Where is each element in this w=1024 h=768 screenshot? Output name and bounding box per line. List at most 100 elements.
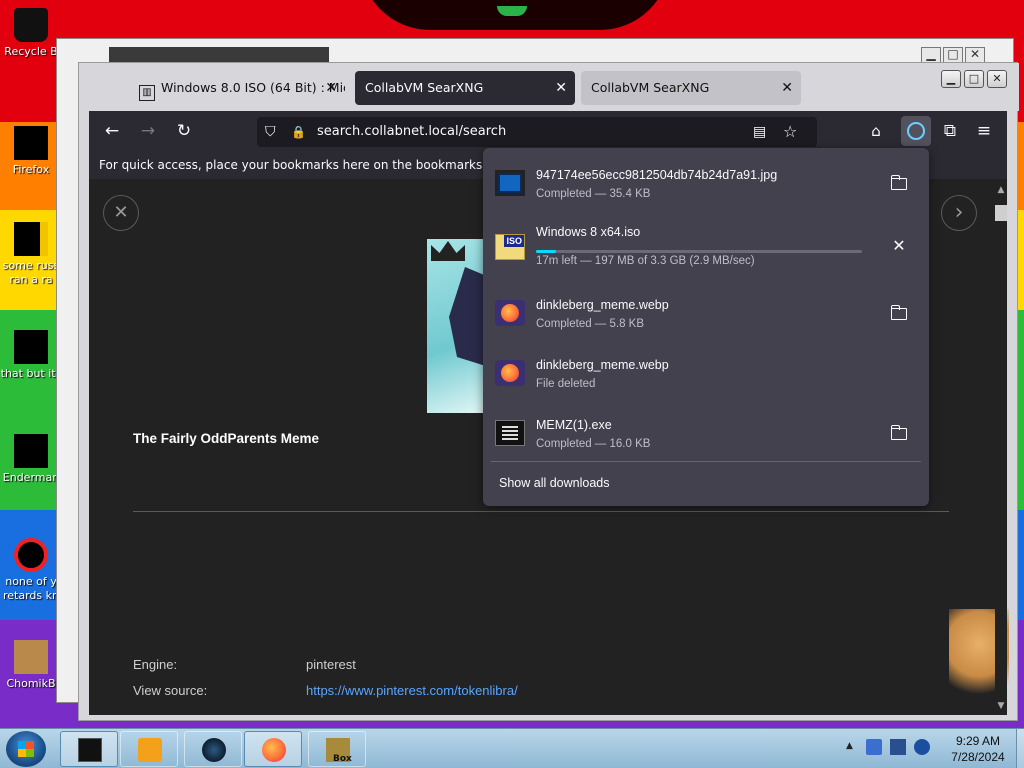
- engine-label: Engine:: [133, 657, 178, 672]
- tab-label: CollabVM SearXNG: [591, 80, 710, 95]
- document-icon: [14, 222, 48, 256]
- show-desktop-button[interactable]: [1016, 729, 1024, 768]
- lock-icon[interactable]: 🔒: [291, 117, 306, 147]
- reload-icon[interactable]: ↻: [171, 119, 197, 143]
- desktop-icon-enderman[interactable]: Enderman: [0, 434, 62, 485]
- clock-time: 9:29 AM: [955, 734, 1001, 748]
- taskbar-item-firefox[interactable]: [244, 731, 302, 767]
- download-status: Completed — 35.4 KB: [536, 188, 651, 200]
- back-icon[interactable]: ←: [99, 119, 125, 143]
- downloads-panel: 947174ee56ecc9812504db74b24d7a91.jpg Com…: [483, 148, 929, 506]
- bookmark-star-icon[interactable]: ☆: [783, 117, 797, 147]
- recycle-bin-icon: [14, 8, 48, 42]
- pocket-icon[interactable]: ⌂: [863, 119, 889, 143]
- download-status: Completed — 5.8 KB: [536, 318, 645, 330]
- tab-close-icon[interactable]: ✕: [555, 71, 567, 105]
- download-item-deleted[interactable]: dinkleberg_meme.webp File deleted: [483, 342, 929, 402]
- close-icon[interactable]: ✕: [965, 47, 985, 63]
- desktop-icon-recycle-bin[interactable]: Recycle B: [0, 8, 62, 59]
- panel-divider: [491, 461, 921, 462]
- tab-searxng[interactable]: CollabVM SearXNG ✕: [581, 71, 801, 105]
- tracking-shield-icon[interactable]: ⛉: [265, 117, 276, 147]
- taskbar-item-app[interactable]: [184, 731, 242, 767]
- close-preview-icon[interactable]: ✕: [103, 195, 139, 231]
- desktop-icon-chomikb[interactable]: ChomikB: [0, 640, 62, 691]
- hamster-icon: [14, 640, 48, 674]
- extensions-icon[interactable]: ⧉: [937, 119, 963, 143]
- desktop-icon-that-but-its[interactable]: that but its: [0, 330, 62, 381]
- clock[interactable]: 9:29 AM 7/28/2024: [936, 733, 1020, 765]
- video-icon: [14, 538, 48, 572]
- desktop-icon-label: none of y retards kn: [3, 575, 59, 602]
- executable-file-icon: [495, 420, 525, 446]
- view-source-link[interactable]: https://www.pinterest.com/tokenlibra/: [306, 683, 518, 698]
- tab-close-icon[interactable]: ✕: [325, 71, 337, 105]
- show-hidden-icons[interactable]: ▲: [846, 741, 853, 751]
- volume-icon[interactable]: [914, 739, 930, 755]
- window-restore-icon[interactable]: □: [964, 70, 984, 88]
- result-title: The Fairly OddParents Meme: [133, 431, 320, 446]
- desktop-icon-firefox[interactable]: Firefox: [0, 126, 62, 177]
- window-minimize-icon[interactable]: ▁: [941, 70, 961, 88]
- download-name: MEMZ(1).exe: [536, 418, 612, 432]
- scrollbar[interactable]: ▲ ▼: [995, 179, 1007, 715]
- minimize-icon[interactable]: ▁: [921, 47, 941, 63]
- iso-file-icon: ISO: [495, 234, 525, 260]
- open-folder-icon[interactable]: [889, 304, 909, 322]
- taskbar-item-program[interactable]: [60, 731, 118, 767]
- maximize-icon[interactable]: □: [943, 47, 963, 63]
- cancel-download-icon[interactable]: ✕: [889, 238, 909, 256]
- bookmarks-hint: For quick access, place your bookmarks h…: [99, 158, 532, 172]
- network-icon[interactable]: [866, 739, 882, 755]
- navigation-toolbar: ← → ↻ ⛉ 🔒 search.collabnet.local/search …: [89, 111, 1007, 151]
- download-item[interactable]: MEMZ(1).exe Completed — 16.0 KB: [483, 402, 929, 462]
- open-folder-icon[interactable]: [889, 174, 909, 192]
- downloads-button[interactable]: [901, 116, 931, 146]
- taskbar-item-box[interactable]: Box: [308, 731, 366, 767]
- scroll-down-icon[interactable]: ▼: [995, 701, 1007, 711]
- tab-windows-iso[interactable]: ▥ Windows 8.0 ISO (64 Bit) : Micr ✕: [129, 71, 345, 105]
- result-preview-image[interactable]: [427, 239, 487, 413]
- desktop-icon-label: some russ ran a ra: [2, 259, 60, 286]
- app-menu-icon[interactable]: ≡: [971, 119, 997, 143]
- url-text[interactable]: search.collabnet.local/search: [317, 117, 506, 147]
- url-bar[interactable]: ⛉ 🔒 search.collabnet.local/search ▤ ☆: [257, 117, 817, 147]
- open-folder-icon[interactable]: [889, 424, 909, 442]
- download-status: 17m left — 197 MB of 3.3 GB (2.9 MB/sec): [536, 255, 755, 267]
- forward-icon[interactable]: →: [135, 119, 161, 143]
- globe-icon: [202, 738, 226, 762]
- monitor-icon[interactable]: [890, 739, 906, 755]
- tab-label: Windows 8.0 ISO (64 Bit) : Micr: [161, 80, 345, 95]
- tab-searxng-active[interactable]: CollabVM SearXNG ✕: [355, 71, 575, 105]
- download-name: Windows 8 x64.iso: [536, 225, 641, 239]
- desktop-icon-none-of-y[interactable]: none of y retards kn: [0, 538, 62, 603]
- view-source-label: View source:: [133, 683, 208, 698]
- engine-value: pinterest: [306, 657, 356, 672]
- clock-date: 7/28/2024: [951, 750, 1005, 764]
- download-progress-icon: [907, 122, 925, 140]
- download-progress-fill: [536, 250, 556, 253]
- window-close-icon[interactable]: ✕: [987, 70, 1007, 88]
- firefox-icon: [14, 126, 48, 160]
- download-item[interactable]: dinkleberg_meme.webp Completed — 5.8 KB: [483, 282, 929, 342]
- start-button[interactable]: [6, 731, 46, 767]
- desktop-icon-label: that but its: [0, 367, 62, 380]
- file-icon: [14, 330, 48, 364]
- desktop-icon-some-russ[interactable]: some russ ran a ra: [0, 222, 62, 287]
- desktop-icon-label: Recycle B: [4, 45, 58, 58]
- scrollbar-thumb[interactable]: [995, 205, 1007, 221]
- reader-view-icon[interactable]: ▤: [753, 117, 766, 147]
- download-name: dinkleberg_meme.webp: [536, 358, 669, 372]
- next-result-icon[interactable]: ›: [941, 195, 977, 231]
- tab-label: CollabVM SearXNG: [365, 80, 484, 95]
- tab-close-icon[interactable]: ✕: [781, 71, 793, 105]
- taskbar-item-media-player[interactable]: [120, 731, 178, 767]
- show-all-downloads-button[interactable]: Show all downloads: [499, 476, 610, 490]
- download-item-active[interactable]: ISO Windows 8 x64.iso 17m left — 197 MB …: [483, 216, 929, 276]
- title-bar[interactable]: ▥ Windows 8.0 ISO (64 Bit) : Micr ✕ Colla…: [79, 63, 1019, 111]
- iso-badge: ISO: [504, 235, 524, 247]
- scroll-up-icon[interactable]: ▲: [995, 185, 1007, 195]
- download-name: dinkleberg_meme.webp: [536, 298, 669, 312]
- download-item[interactable]: 947174ee56ecc9812504db74b24d7a91.jpg Com…: [483, 152, 929, 212]
- firefox-file-icon: [495, 300, 525, 326]
